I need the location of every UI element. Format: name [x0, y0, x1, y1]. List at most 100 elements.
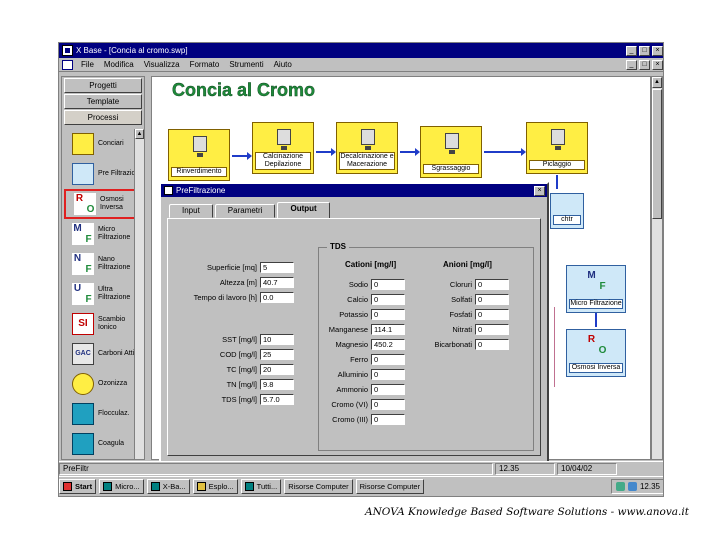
superficie-field[interactable]: 5: [260, 261, 294, 273]
process-node-rinverdimento[interactable]: Rinverdimento: [168, 129, 230, 181]
magnesio-field[interactable]: 450.2: [371, 338, 405, 350]
palette-item-osmosi-inversa[interactable]: R O Osmosi Inversa: [64, 189, 144, 219]
palette-item-flocculazione[interactable]: Flocculaz.: [64, 399, 144, 429]
document-icon[interactable]: [62, 59, 73, 70]
flow-connector: [556, 175, 558, 189]
app-icon[interactable]: [62, 45, 73, 56]
taskbar-item-risorse-computer-2[interactable]: Risorse Computer: [355, 479, 425, 494]
menu-file[interactable]: File: [76, 60, 99, 69]
sodio-field[interactable]: 0: [371, 278, 405, 290]
process-node-stub[interactable]: chtr: [550, 193, 584, 229]
tray-icon[interactable]: [615, 482, 625, 491]
menu-formato[interactable]: Formato: [185, 60, 225, 69]
taskbar-item-risorse-computer[interactable]: Risorse Computer: [284, 479, 353, 494]
process-node-label: Decalcinazione e Macerazione: [339, 152, 395, 170]
alluminio-field[interactable]: 0: [371, 368, 405, 380]
dialog-close-button[interactable]: ×: [534, 185, 545, 196]
menu-modifica[interactable]: Modifica: [99, 60, 139, 69]
tab-template[interactable]: Template: [64, 94, 142, 109]
taskbar-item-esplora[interactable]: Esplo...: [192, 479, 238, 494]
nf-letter-n: N: [73, 253, 82, 264]
tempo-lavoro-field[interactable]: 0.0: [260, 291, 294, 303]
potassio-field[interactable]: 0: [371, 308, 405, 320]
palette-item-coagula[interactable]: Coagula: [64, 429, 144, 459]
process-node-calcinazione[interactable]: Calcinazione Depilazione: [252, 122, 314, 174]
ferro-field[interactable]: 0: [371, 353, 405, 365]
mf-icon: M F: [72, 223, 94, 245]
process-node-label: Micro Filtrazione: [569, 299, 623, 309]
menu-bar: File Modifica Visualizza Formato Strumen…: [59, 58, 663, 72]
palette-item-ultra-filtrazione[interactable]: U F Ultra Filtrazione: [64, 279, 144, 309]
canvas-scrollbar[interactable]: ▲: [651, 76, 663, 460]
palette-item-micro-filtrazione[interactable]: M F Micro Filtrazione: [64, 219, 144, 249]
maximize-button[interactable]: □: [639, 45, 650, 56]
ro-letter-r: R: [587, 334, 596, 345]
dialog-titlebar[interactable]: PreFiltrazione ×: [161, 184, 547, 197]
taskbar-item-xbase[interactable]: X-Ba...: [146, 479, 190, 494]
nf-icon: N F: [72, 253, 94, 275]
cation-row: Ferro 0: [319, 353, 405, 365]
cation-row: Calcio 0: [319, 293, 405, 305]
palette-item-ozonizza[interactable]: Ozonizza: [64, 369, 144, 399]
doc-close-button[interactable]: ×: [652, 59, 663, 70]
cation-row: Sodio 0: [319, 278, 405, 290]
bicarbonati-field[interactable]: 0: [475, 338, 509, 350]
sst-field[interactable]: 10: [260, 333, 294, 345]
cloruri-field[interactable]: 0: [475, 278, 509, 290]
palette-item-conciari[interactable]: Conciari: [64, 129, 144, 159]
nitrati-field[interactable]: 0: [475, 323, 509, 335]
system-tray: 12.35: [610, 479, 663, 494]
process-node-micro-filtrazione[interactable]: M F Micro Filtrazione: [566, 265, 626, 313]
tab-output[interactable]: Output: [277, 202, 330, 218]
taskbar-item-label: Micro...: [115, 482, 140, 491]
cation-label: Sodio: [348, 279, 368, 289]
tab-parametri[interactable]: Parametri: [214, 204, 276, 218]
process-node-osmosi-inversa[interactable]: R O Osmosi Inversa: [566, 329, 626, 377]
machine-icon: [551, 129, 565, 150]
palette-item-carboni-attivi[interactable]: GAC Carboni Attivi: [64, 339, 144, 369]
cation-label: Ferro: [350, 354, 368, 364]
taskbar-item-tutti[interactable]: Tutti...: [240, 479, 282, 494]
process-node-sgrassaggio[interactable]: Sgrassaggio: [420, 126, 482, 178]
scroll-up-icon[interactable]: ▲: [135, 129, 144, 139]
palette-item-scambio-ionico[interactable]: SI Scambio Ionico: [64, 309, 144, 339]
tds-groupbox: TDS Cationi [mg/l] Anioni [mg/l] Sodio 0…: [318, 242, 534, 451]
tab-progetti[interactable]: Progetti: [64, 78, 142, 93]
manganese-field[interactable]: 114.1: [371, 323, 405, 335]
doc-minimize-button[interactable]: _: [626, 59, 637, 70]
ammonio-field[interactable]: 0: [371, 383, 405, 395]
process-node-decalcinazione[interactable]: Decalcinazione e Macerazione: [336, 122, 398, 174]
process-node-piclaggio[interactable]: Piclaggio: [526, 122, 588, 174]
process-node-label: Rinverdimento: [171, 167, 227, 177]
cromo-vi-field[interactable]: 0: [371, 398, 405, 410]
tc-field[interactable]: 20: [260, 363, 294, 375]
palette-item-prefiltrazione[interactable]: Pre Filtrazione: [64, 159, 144, 189]
taskbar-item-micro[interactable]: Micro...: [99, 479, 144, 494]
tds-field[interactable]: 5.7.0: [260, 393, 294, 405]
scroll-up-icon[interactable]: ▲: [652, 77, 662, 88]
cod-field[interactable]: 25: [260, 348, 294, 360]
scroll-thumb[interactable]: [652, 89, 662, 219]
tab-processi[interactable]: Processi: [64, 110, 142, 125]
doc-maximize-button[interactable]: □: [639, 59, 650, 70]
cromo-iii-field[interactable]: 0: [371, 413, 405, 425]
menu-aiuto[interactable]: Aiuto: [269, 60, 297, 69]
palette-scrollbar[interactable]: ▲: [134, 129, 144, 459]
minimize-button[interactable]: _: [626, 45, 637, 56]
calcio-field[interactable]: 0: [371, 293, 405, 305]
palette-item-nano-filtrazione[interactable]: N F Nano Filtrazione: [64, 249, 144, 279]
fosfati-field[interactable]: 0: [475, 308, 509, 320]
solfati-field[interactable]: 0: [475, 293, 509, 305]
dialog-icon: [164, 186, 173, 195]
altezza-field[interactable]: 40.7: [260, 276, 294, 288]
menu-visualizza[interactable]: Visualizza: [139, 60, 185, 69]
tray-icon[interactable]: [627, 482, 637, 491]
tab-input[interactable]: Input: [169, 204, 213, 218]
tn-field[interactable]: 9.8: [260, 378, 294, 390]
start-button[interactable]: Start: [59, 479, 97, 494]
flow-arrow: [400, 148, 420, 156]
menu-strumenti[interactable]: Strumenti: [224, 60, 268, 69]
window-titlebar[interactable]: X Base - [Concia al cromo.swp] _ □ ×: [59, 43, 663, 58]
cation-row: Magnesio 450.2: [319, 338, 405, 350]
close-button[interactable]: ×: [652, 45, 663, 56]
